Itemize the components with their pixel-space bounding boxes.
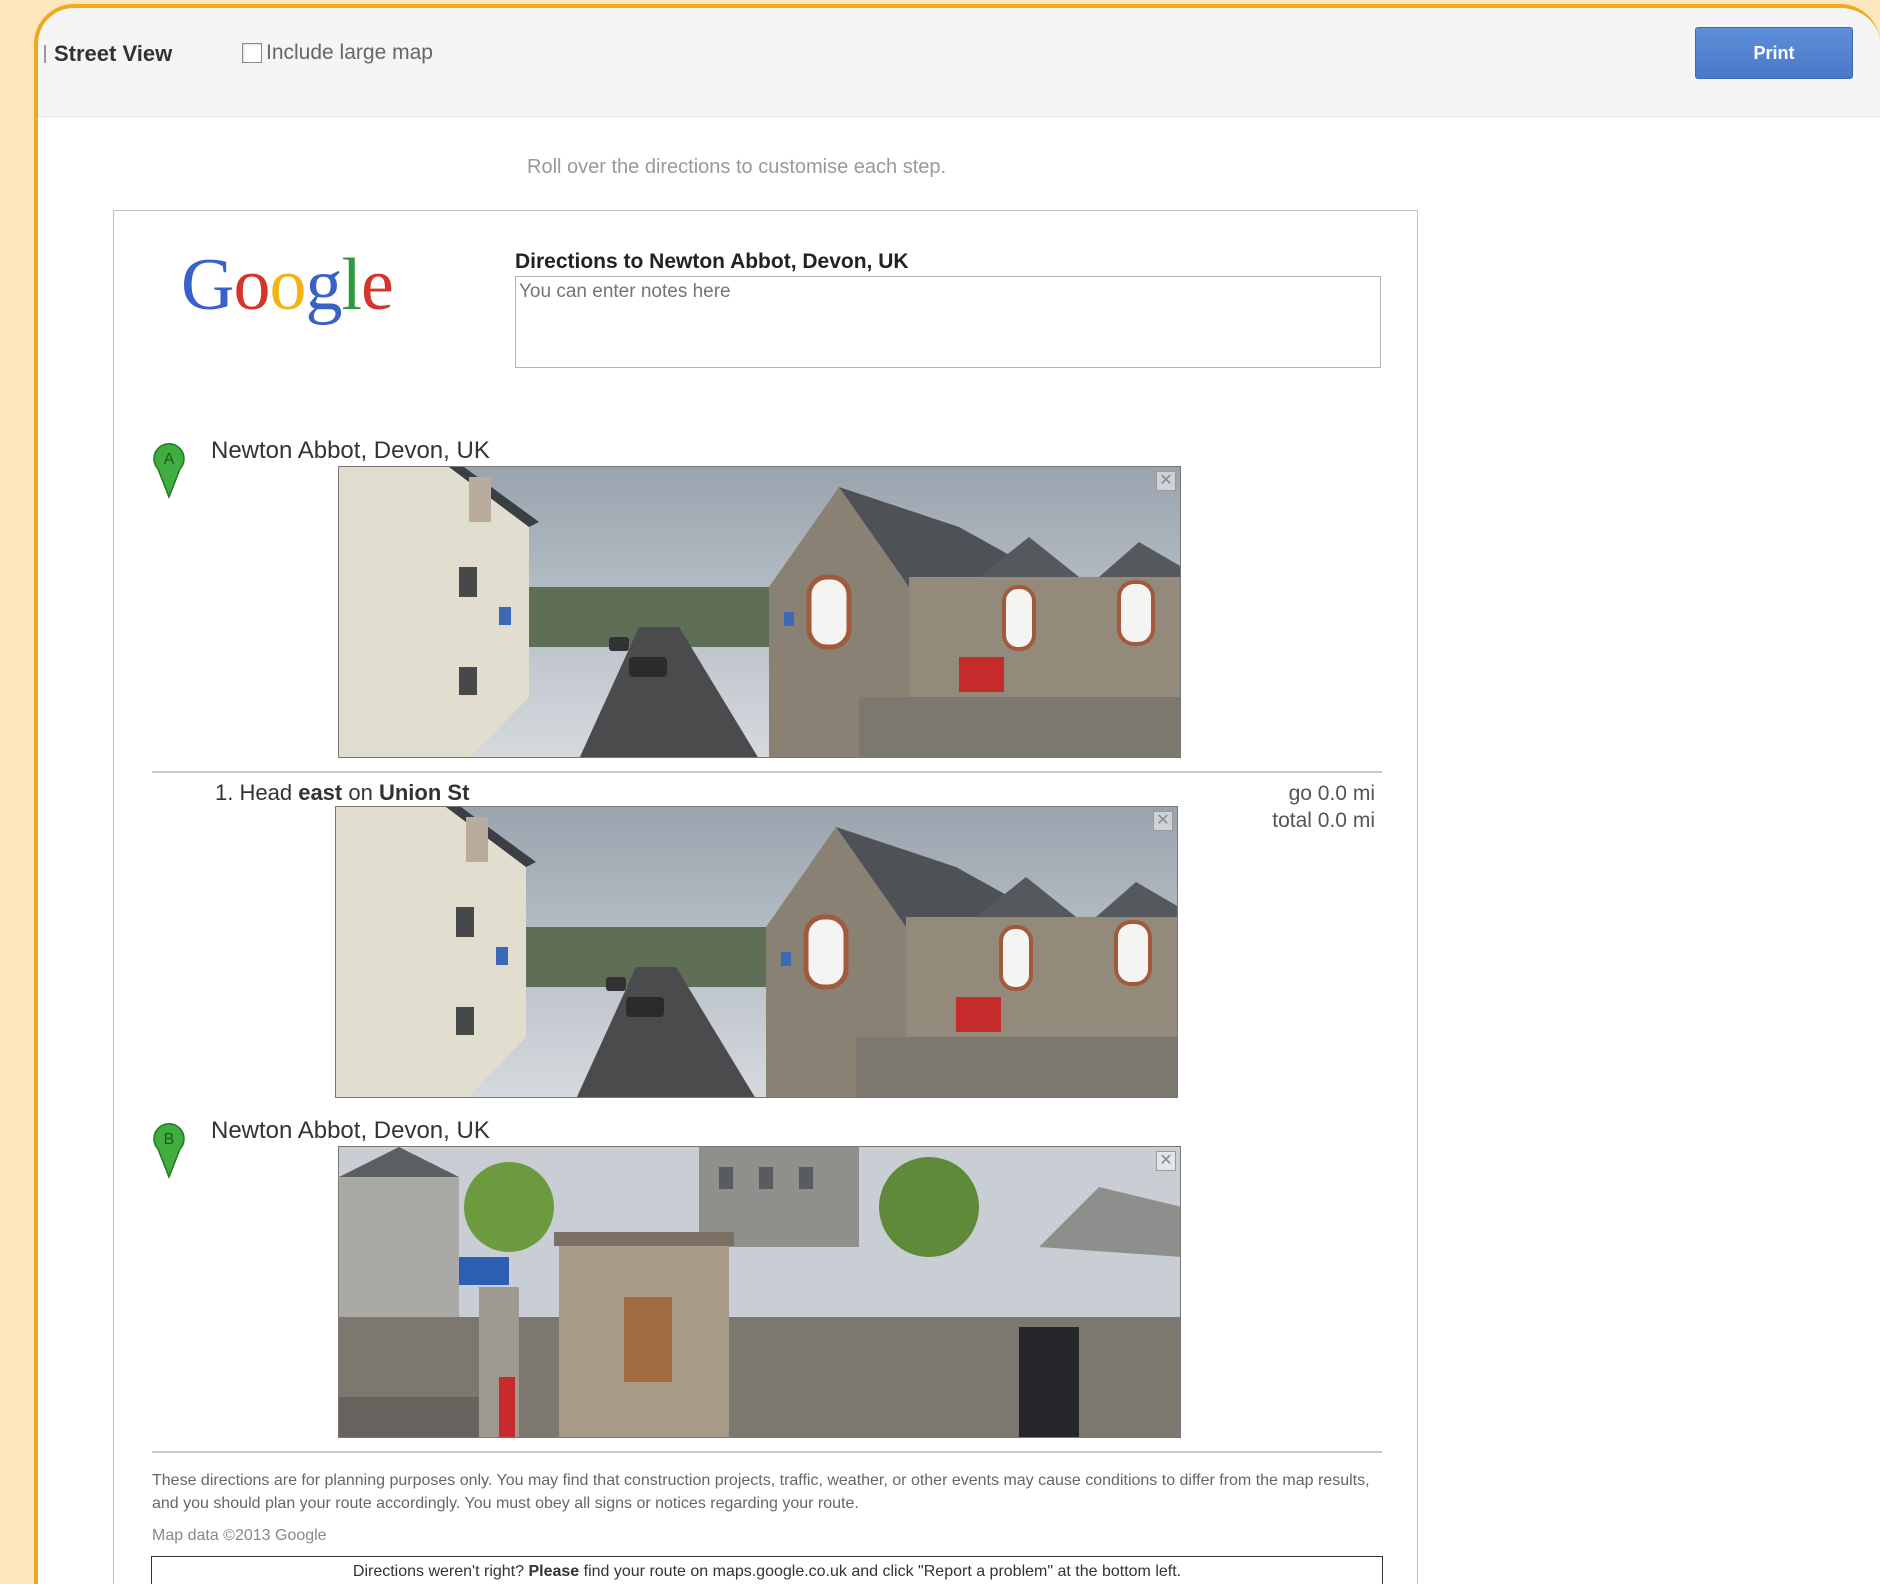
logo-letter: o [269,244,306,326]
close-icon[interactable]: ✕ [1156,471,1176,491]
report-bold: Please [528,1563,580,1580]
google-logo: Google [181,243,394,328]
include-large-map-option[interactable]: Include large map [242,41,433,65]
directions-title: Directions to Newton Abbot, Devon, UK [515,250,909,273]
step-connector: on [348,780,373,805]
divider [152,1451,1382,1453]
report-prefix: Directions weren't right? [352,1563,525,1580]
end-address: Newton Abbot, Devon, UK [211,1117,490,1144]
total-prefix: total [1272,809,1312,832]
logo-letter: e [361,244,394,326]
logo-letter: G [181,244,234,326]
step-verb: Head [239,780,293,805]
logo-letter: l [341,244,362,326]
report-suffix: find your route on maps.google.co.uk and… [583,1563,1182,1580]
print-button[interactable]: Print [1695,27,1853,79]
step-direction: east [298,780,343,805]
logo-letter: o [233,244,270,326]
close-icon[interactable]: ✕ [1153,811,1173,831]
customise-hint: Roll over the directions to customise ea… [527,156,947,178]
disclaimer-text: These directions are for planning purpos… [152,1472,1370,1512]
include-large-map-label: Include large map [266,41,433,64]
go-value: 0.0 [1317,782,1347,805]
total-distance: total 0.0 mi [1272,807,1375,834]
close-icon[interactable]: ✕ [1156,1151,1176,1171]
end-marker-icon: B [153,1123,185,1179]
end-marker-letter: B [164,1131,175,1148]
divider [152,771,1382,773]
go-prefix: go [1288,782,1312,805]
street-scene-image [339,467,1180,757]
start-marker-icon: A [153,443,185,499]
step-distance: go 0.0 mi total 0.0 mi [1272,780,1375,834]
step-street-view-image[interactable]: ✕ [335,806,1178,1098]
step-instruction[interactable]: 1. Head east on Union St [215,780,469,806]
include-large-map-checkbox[interactable] [242,43,262,63]
street-view-toggle[interactable]: Street View [43,41,172,67]
logo-letter: g [305,244,342,326]
start-street-view-image[interactable]: ✕ [338,466,1181,758]
notes-field[interactable] [515,276,1381,368]
total-value: 0.0 [1317,809,1347,832]
go-distance: go 0.0 mi [1272,780,1375,807]
step-street: Union St [378,780,470,805]
street-scene-image [336,807,1177,1097]
print-preview-window: Street View Include large map Print Roll… [34,4,1880,1584]
end-street-view-image[interactable]: ✕ [338,1146,1181,1438]
toolbar: Street View Include large map Print [38,8,1880,117]
step-number: 1. [215,780,234,805]
start-address: Newton Abbot, Devon, UK [211,437,490,464]
total-unit: mi [1352,809,1375,832]
map-data-credit: Map data ©2013 Google [152,1527,327,1544]
start-marker-letter: A [164,451,175,468]
directions-document: Google Directions to Newton Abbot, Devon… [113,210,1418,1584]
report-problem-box: Directions weren't right? Please find yo… [151,1556,1383,1584]
street-scene-image [339,1147,1180,1437]
go-unit: mi [1352,782,1375,805]
